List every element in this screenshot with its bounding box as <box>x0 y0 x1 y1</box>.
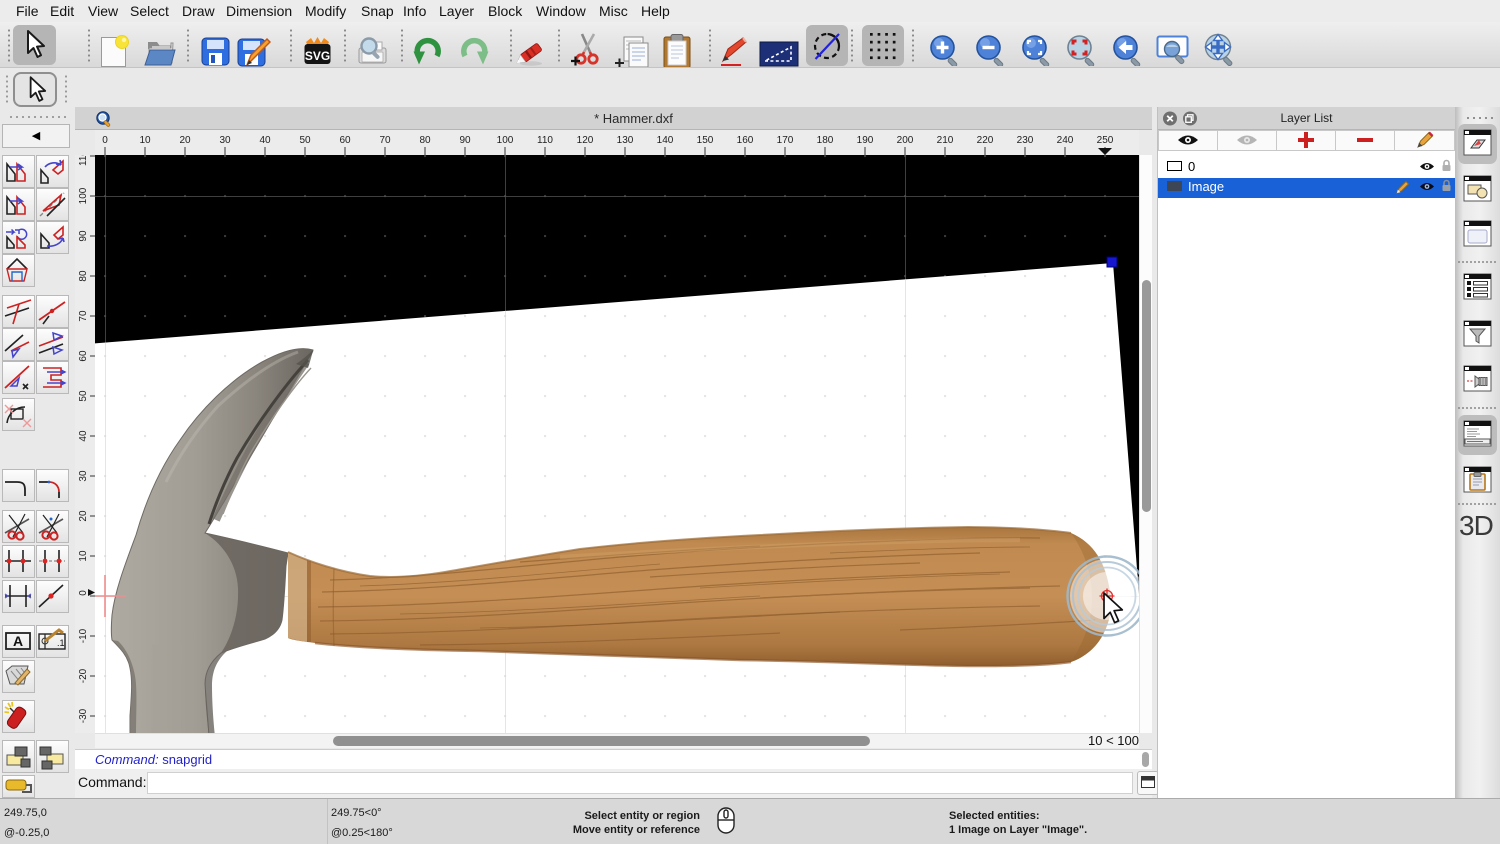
svg-text:70: 70 <box>379 135 391 146</box>
svg-text:50: 50 <box>299 135 311 146</box>
svg-text:40: 40 <box>259 135 271 146</box>
svg-text:200: 200 <box>897 135 914 146</box>
svg-text:.1: .1 <box>57 638 65 648</box>
svg-text:40: 40 <box>78 430 89 442</box>
svg-text:220: 220 <box>977 135 994 146</box>
svg-text:110: 110 <box>537 135 553 146</box>
svg-text:130: 130 <box>617 135 634 146</box>
svg-text:70: 70 <box>78 310 89 322</box>
svg-text:-10: -10 <box>78 628 89 643</box>
svg-text:A: A <box>13 633 23 649</box>
svg-text:-20: -20 <box>78 668 89 683</box>
svg-text:140: 140 <box>657 135 674 146</box>
svg-text:20: 20 <box>179 135 191 146</box>
svg-text:30: 30 <box>219 135 231 146</box>
svg-text:250: 250 <box>1097 135 1114 146</box>
svg-text:170: 170 <box>777 135 794 146</box>
svg-text:110: 110 <box>78 155 89 166</box>
svg-text:100: 100 <box>78 187 89 204</box>
svg-text:10: 10 <box>139 135 151 146</box>
svg-text:50: 50 <box>78 390 89 402</box>
svg-text:80: 80 <box>419 135 431 146</box>
svg-text:60: 60 <box>78 350 89 362</box>
svg-text:-30: -30 <box>78 708 89 723</box>
svg-text:60: 60 <box>339 135 351 146</box>
svg-text:10: 10 <box>78 550 89 562</box>
svg-text:210: 210 <box>937 135 954 146</box>
svg-text:160: 160 <box>737 135 754 146</box>
svg-text:SVG: SVG <box>305 49 330 63</box>
svg-text:20: 20 <box>78 510 89 522</box>
svg-text:90: 90 <box>459 135 471 146</box>
svg-text:0: 0 <box>102 135 108 146</box>
svg-text:150: 150 <box>697 135 714 146</box>
svg-text:190: 190 <box>857 135 874 146</box>
svg-text:230: 230 <box>1017 135 1034 146</box>
svg-text:120: 120 <box>577 135 594 146</box>
svg-text:180: 180 <box>817 135 834 146</box>
svg-text:90: 90 <box>78 230 89 242</box>
svg-text:0: 0 <box>78 590 89 596</box>
svg-text:100: 100 <box>497 135 514 146</box>
svg-text:80: 80 <box>78 270 89 282</box>
svg-text:240: 240 <box>1057 135 1074 146</box>
svg-text:30: 30 <box>78 470 89 482</box>
